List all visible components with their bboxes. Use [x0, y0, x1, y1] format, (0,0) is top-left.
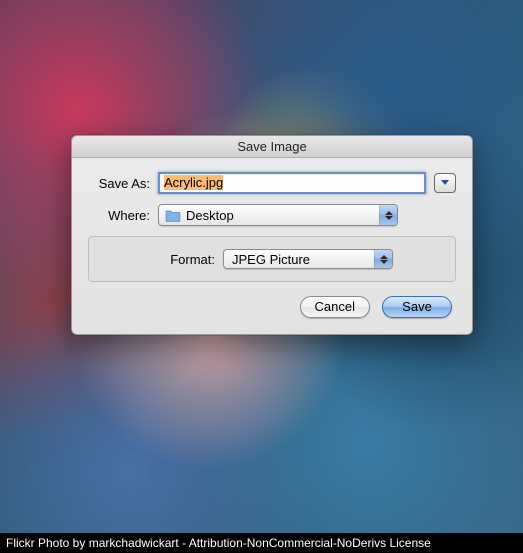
- save-dialog: Save Image Save As: Acrylic.jpg Where: D…: [71, 135, 473, 335]
- chevron-down-icon: [440, 179, 450, 187]
- where-value: Desktop: [186, 208, 234, 223]
- button-row: Cancel Save: [88, 296, 456, 318]
- format-select[interactable]: JPEG Picture: [223, 249, 393, 269]
- filename-text: Acrylic.jpg: [164, 175, 223, 190]
- format-value: JPEG Picture: [232, 252, 310, 267]
- where-select[interactable]: Desktop: [158, 204, 398, 226]
- updown-arrows-icon: [379, 205, 397, 225]
- saveas-row: Save As: Acrylic.jpg: [88, 172, 456, 194]
- dialog-title: Save Image: [72, 136, 472, 158]
- expand-button[interactable]: [434, 173, 456, 193]
- where-row: Where: Desktop: [88, 204, 456, 226]
- saveas-label: Save As:: [88, 176, 158, 191]
- where-label: Where:: [88, 208, 158, 223]
- cancel-button[interactable]: Cancel: [300, 296, 370, 318]
- dialog-body: Save As: Acrylic.jpg Where: Desktop: [72, 158, 472, 334]
- save-button[interactable]: Save: [382, 296, 452, 318]
- format-panel: Format: JPEG Picture: [88, 236, 456, 282]
- updown-arrows-icon: [374, 250, 392, 268]
- folder-icon: [165, 209, 181, 222]
- format-label: Format:: [103, 252, 223, 267]
- caption-bar: Flickr Photo by markchadwickart - Attrib…: [0, 533, 523, 553]
- filename-input[interactable]: Acrylic.jpg: [158, 172, 426, 194]
